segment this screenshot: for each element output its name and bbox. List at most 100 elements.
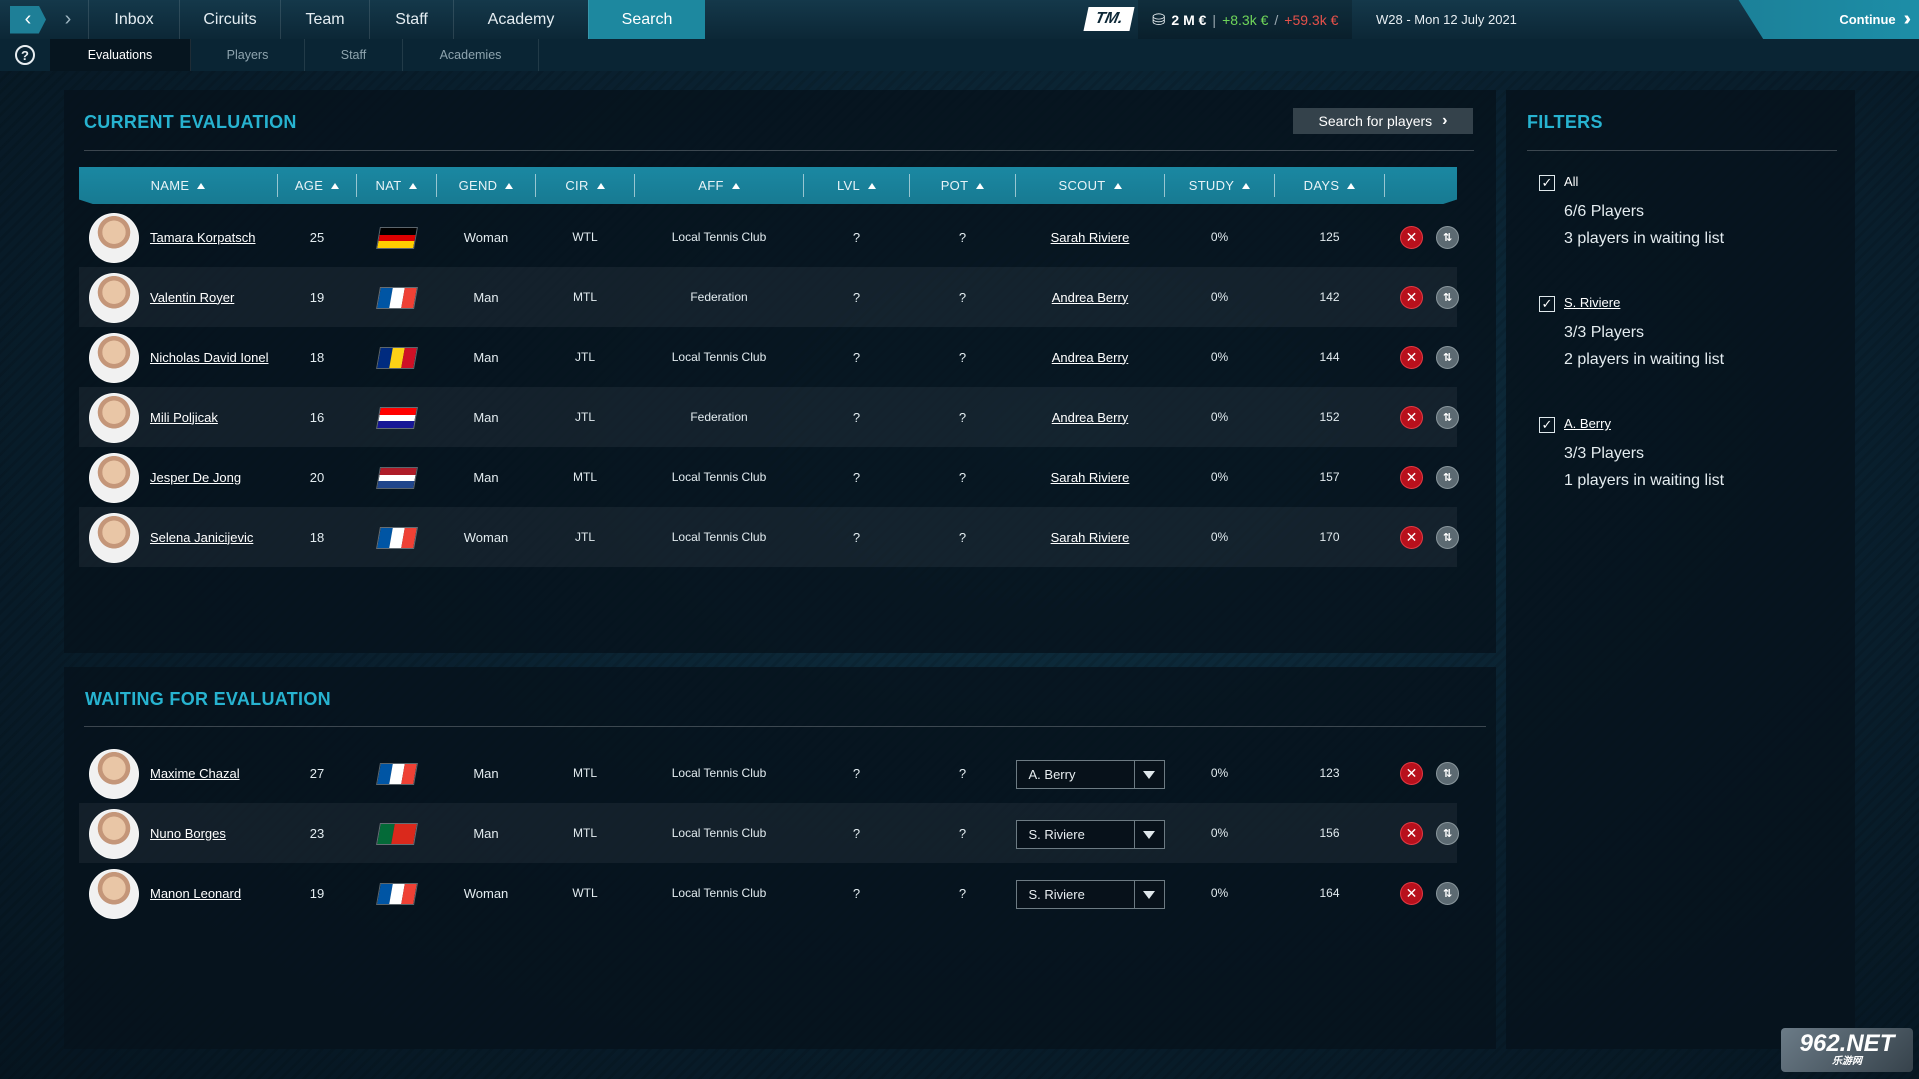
col-scout[interactable]: SCOUT [1016,167,1164,204]
swap-icon[interactable]: ⇅ [1436,882,1459,905]
table-row[interactable]: Selena Janicijevic 18 Woman JTL Local Tennis… [79,507,1459,567]
remove-icon[interactable]: ✕ [1400,286,1423,309]
remove-icon[interactable]: ✕ [1400,822,1423,845]
nav-academy[interactable]: Academy [453,0,588,39]
remove-icon[interactable]: ✕ [1400,882,1423,905]
avatar[interactable] [89,273,139,323]
player-name-link[interactable]: Manon Leonard [150,863,241,923]
filter-checkbox-a-berry[interactable]: ✓ [1539,417,1555,433]
main-nav: Inbox Circuits Team Staff Academy Search [88,0,705,39]
remove-icon[interactable]: ✕ [1400,762,1423,785]
search-for-players-button[interactable]: Search for players › [1293,108,1473,134]
player-name-link[interactable]: Maxime Chazal [150,743,240,803]
col-name[interactable]: NAME [79,167,277,204]
avatar[interactable] [89,333,139,383]
col-aff[interactable]: AFF [635,167,803,204]
avatar[interactable] [89,453,139,503]
back-arrow-icon[interactable]: ‹ [10,5,46,34]
col-lvl[interactable]: LVL [804,167,909,204]
remove-icon[interactable]: ✕ [1400,406,1423,429]
player-gender: Man [473,409,499,425]
nav-team[interactable]: Team [280,0,369,39]
player-potential: ? [958,229,967,245]
player-name-link[interactable]: Valentin Royer [150,267,234,327]
table-row[interactable]: Nuno Borges 23 Man MTL Local Tennis Club?? 0%… [79,803,1459,863]
avatar[interactable] [89,869,139,919]
player-name-link[interactable]: Jesper De Jong [150,447,241,507]
tab-staff[interactable]: Staff [305,39,403,71]
table-row[interactable]: Nicholas David Ionel 18 Man JTL Local Tennis… [79,327,1459,387]
scout-name-link[interactable]: Andrea Berry [1052,410,1129,425]
tab-players[interactable]: Players [191,39,305,71]
table-row[interactable]: Maxime Chazal 27 Man MTL Local Tennis Club??… [79,743,1459,803]
player-age: 19 [309,885,325,901]
table-row[interactable]: Valentin Royer 19 Man MTL Federation?? 0% 142 A… [79,267,1459,327]
col-study[interactable]: STUDY [1165,167,1274,204]
scout-name-link[interactable]: Sarah Riviere [1051,230,1130,245]
col-gend[interactable]: GEND [437,167,535,204]
player-name-link[interactable]: Tamara Korpatsch [150,207,256,267]
scout-name-link[interactable]: Andrea Berry [1052,350,1129,365]
help-icon[interactable]: ? [15,45,35,65]
remove-icon[interactable]: ✕ [1400,526,1423,549]
swap-icon[interactable]: ⇅ [1436,466,1459,489]
scout-name-link[interactable]: Sarah Riviere [1051,470,1130,485]
table-row[interactable]: Mili Poljicak 16 Man JTL Federation?? 0% 152 An… [79,387,1459,447]
table-row[interactable]: Jesper De Jong 20 Man MTL Local Tennis Club?… [79,447,1459,507]
col-nat[interactable]: NAT [357,167,436,204]
scout-cell: Andrea Berry [1016,387,1164,447]
swap-icon[interactable]: ⇅ [1436,286,1459,309]
sort-arrow-icon [409,182,418,189]
scout-select[interactable]: S. Riviere [1015,880,1165,909]
remove-icon[interactable]: ✕ [1400,346,1423,369]
scout-name-link[interactable]: Andrea Berry [1052,290,1129,305]
player-circuit: JTL [574,530,595,544]
swap-icon[interactable]: ⇅ [1436,526,1459,549]
nav-staff[interactable]: Staff [369,0,453,39]
avatar[interactable] [89,393,139,443]
days-remaining: 157 [1319,470,1340,484]
avatar[interactable] [89,213,139,263]
filter-label[interactable]: A. Berry [1564,416,1611,431]
filter-checkbox-all[interactable]: ✓ [1539,175,1555,191]
swap-icon[interactable]: ⇅ [1436,406,1459,429]
col-pot[interactable]: POT [910,167,1015,204]
swap-icon[interactable]: ⇅ [1436,226,1459,249]
scout-select[interactable]: S. Riviere [1015,820,1165,849]
nav-search[interactable]: Search [588,0,705,39]
forward-arrow-icon[interactable]: › [50,6,86,34]
divider [1527,150,1837,151]
avatar[interactable] [89,809,139,859]
filter-checkbox-s-riviere[interactable]: ✓ [1539,296,1555,312]
player-potential: ? [958,529,967,545]
avatar[interactable] [89,749,139,799]
scout-select[interactable]: A. Berry [1015,760,1165,789]
tab-evaluations[interactable]: Evaluations [50,39,191,71]
tab-academies[interactable]: Academies [403,39,539,71]
swap-icon[interactable]: ⇅ [1436,762,1459,785]
player-affiliation: Local Tennis Club [671,350,767,364]
finances[interactable]: ⛁ 2 M € | +8.3k € / +59.3k € [1138,0,1353,39]
player-name-link[interactable]: Nuno Borges [150,803,226,863]
table-row[interactable]: Tamara Korpatsch 25 Woman WTL Local Tennis C… [79,207,1459,267]
swap-icon[interactable]: ⇅ [1436,346,1459,369]
avatar[interactable] [89,513,139,563]
col-cir[interactable]: CIR [536,167,634,204]
scout-name-link[interactable]: Sarah Riviere [1051,530,1130,545]
study-progress: 0% [1210,410,1229,424]
player-name-link[interactable]: Selena Janicijevic [150,507,253,567]
table-row[interactable]: Manon Leonard 19 Woman WTL Local Tennis Club… [79,863,1459,923]
col-days[interactable]: DAYS [1275,167,1384,204]
filter-label[interactable]: S. Riviere [1564,295,1620,310]
remove-icon[interactable]: ✕ [1400,466,1423,489]
continue-button[interactable]: Continue ›› [1738,0,1919,39]
col-age[interactable]: AGE [278,167,356,204]
nav-circuits[interactable]: Circuits [179,0,280,39]
remove-icon[interactable]: ✕ [1400,226,1423,249]
swap-icon[interactable]: ⇅ [1436,822,1459,845]
player-name-link[interactable]: Mili Poljicak [150,387,218,447]
player-name-link[interactable]: Nicholas David Ionel [150,327,269,387]
study-progress: 0% [1210,530,1229,544]
nav-inbox[interactable]: Inbox [88,0,179,39]
player-level: ? [852,409,861,425]
